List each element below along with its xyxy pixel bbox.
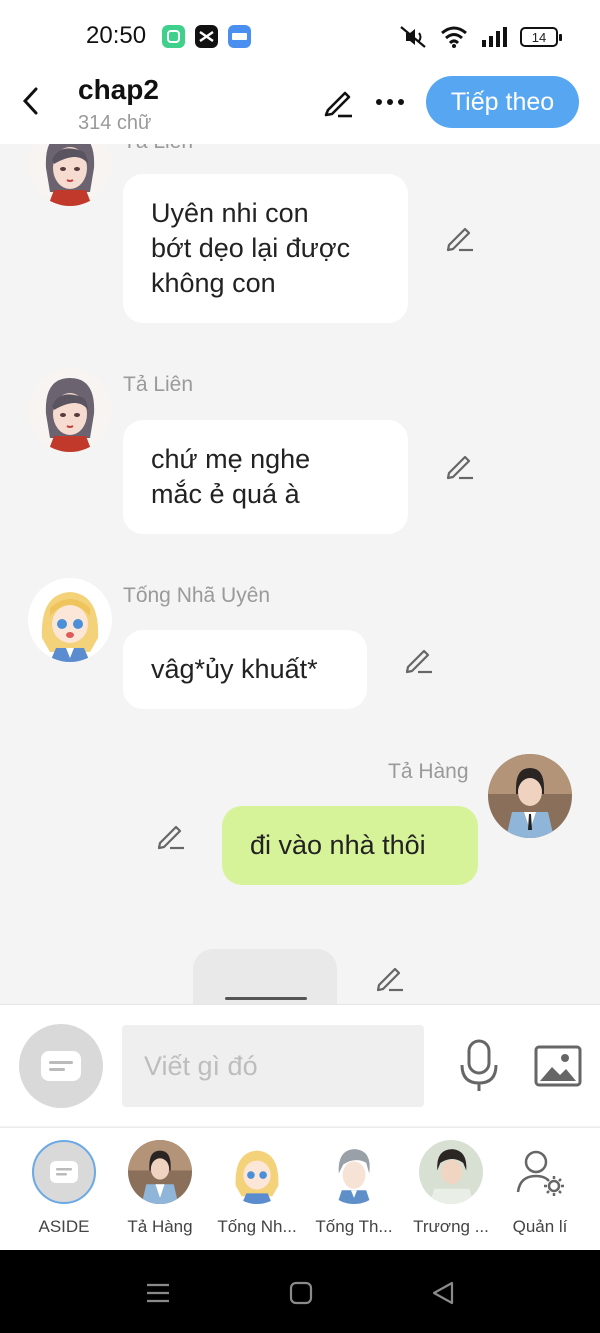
avatar xyxy=(225,1140,289,1204)
battery-level: 14 xyxy=(531,29,547,45)
battery-icon: 14 xyxy=(520,27,562,47)
message-input[interactable] xyxy=(122,1025,424,1107)
chat-area[interactable]: Tả Liên Uyên nhi con bớt dẹo lại được kh… xyxy=(0,144,600,1004)
pencil-icon xyxy=(157,825,184,850)
narration-bubble[interactable] xyxy=(193,949,337,1004)
back-button[interactable] xyxy=(14,84,48,118)
edit-message-button[interactable] xyxy=(374,962,406,994)
character-label: Trương ... xyxy=(413,1217,489,1236)
app-green-icon xyxy=(162,25,185,48)
character-label: Tống Nh... xyxy=(217,1217,297,1236)
avatar-ta-lien[interactable] xyxy=(28,368,112,452)
edit-title-button[interactable] xyxy=(320,84,356,120)
wifi-icon xyxy=(441,26,467,48)
word-count: 314 chữ xyxy=(78,112,152,134)
chevron-left-icon xyxy=(22,87,38,115)
message-line: Uyên nhi con xyxy=(151,198,309,228)
pencil-icon xyxy=(324,91,352,118)
character-truong[interactable]: Trương ... xyxy=(403,1140,499,1248)
message-bubble-mine[interactable]: đi vào nhà thôi xyxy=(222,806,478,885)
message-bubble[interactable]: vâg*ủy khuất* xyxy=(123,630,367,709)
sender-name: Tả Hàng xyxy=(388,760,469,783)
more-dots-icon xyxy=(376,99,404,105)
voice-button[interactable] xyxy=(457,1039,501,1093)
signal-icon xyxy=(482,27,507,47)
aside-avatar xyxy=(32,1140,96,1204)
sender-name: Tả Liên xyxy=(123,144,193,154)
sender-name: Tả Liên xyxy=(123,373,194,396)
message-line: chứ mẹ nghe xyxy=(151,444,311,474)
sender-name: Tống Nhã Uyên xyxy=(123,584,271,607)
typing-line xyxy=(225,997,307,1000)
character-label: Quản lí xyxy=(512,1217,568,1236)
recent-apps-button[interactable] xyxy=(143,1278,173,1308)
avatar-tong-nha-uyen[interactable] xyxy=(28,578,112,662)
character-label: Tống Th... xyxy=(315,1217,393,1236)
back-triangle-icon xyxy=(432,1281,454,1305)
message-bubble[interactable]: chứ mẹ nghe mắc ẻ quá à xyxy=(123,420,408,534)
more-options-button[interactable] xyxy=(372,84,408,120)
noveltoon-icon xyxy=(228,25,251,48)
avatar xyxy=(419,1140,483,1204)
pencil-icon xyxy=(405,649,432,674)
top-header: chap2 314 chữ Tiếp theo xyxy=(0,72,600,144)
aside-toggle-button[interactable] xyxy=(19,1024,103,1108)
message-line: vâg*ủy khuất* xyxy=(151,654,318,684)
image-icon xyxy=(534,1045,582,1087)
avatar-ta-lien[interactable] xyxy=(28,144,112,206)
status-right: 14 xyxy=(398,24,562,50)
pencil-icon xyxy=(376,967,403,992)
capcut-icon xyxy=(195,25,218,48)
pencil-icon xyxy=(446,227,473,252)
edit-message-button[interactable] xyxy=(403,644,435,676)
character-ta-hang[interactable]: Tả Hàng xyxy=(112,1140,208,1248)
home-square-icon xyxy=(289,1281,313,1305)
message-box-icon xyxy=(50,1161,78,1183)
character-tong-th[interactable]: Tống Th... xyxy=(306,1140,402,1248)
edit-message-button[interactable] xyxy=(444,450,476,482)
character-label: ASIDE xyxy=(38,1217,90,1236)
message-line: không con xyxy=(151,268,276,298)
character-bar: ASIDE Tả Hàng Tống Nh... Tống Th... Trươ… xyxy=(0,1127,600,1250)
status-time: 20:50 xyxy=(86,22,147,49)
character-tong-nha-uyen[interactable]: Tống Nh... xyxy=(209,1140,305,1248)
message-line: bớt dẹo lại được xyxy=(151,233,351,263)
message-box-icon xyxy=(41,1051,81,1081)
pencil-icon xyxy=(446,455,473,480)
menu-icon xyxy=(147,1283,169,1303)
manage-avatar xyxy=(508,1140,572,1204)
character-aside[interactable]: ASIDE xyxy=(16,1140,112,1248)
input-bar xyxy=(0,1004,600,1126)
back-nav-button[interactable] xyxy=(428,1278,458,1308)
system-nav-bar xyxy=(0,1250,600,1333)
home-button[interactable] xyxy=(286,1278,316,1308)
message-bubble[interactable]: Uyên nhi con bớt dẹo lại được không con xyxy=(123,174,408,323)
user-settings-icon xyxy=(516,1150,564,1196)
edit-message-button[interactable] xyxy=(155,820,187,852)
microphone-icon xyxy=(460,1039,498,1091)
avatar xyxy=(322,1140,386,1204)
avatar xyxy=(128,1140,192,1204)
next-button[interactable]: Tiếp theo xyxy=(426,76,579,128)
manage-characters-button[interactable]: Quản lí xyxy=(492,1140,588,1248)
status-bar: 20:50 14 xyxy=(0,0,600,72)
avatar-ta-hang[interactable] xyxy=(488,754,572,838)
edit-message-button[interactable] xyxy=(444,222,476,254)
mute-icon xyxy=(400,26,426,48)
message-line: đi vào nhà thôi xyxy=(250,830,426,860)
page-title: chap2 xyxy=(78,74,159,105)
message-line: mắc ẻ quá à xyxy=(151,479,300,509)
insert-image-button[interactable] xyxy=(534,1043,582,1089)
character-label: Tả Hàng xyxy=(127,1217,193,1236)
